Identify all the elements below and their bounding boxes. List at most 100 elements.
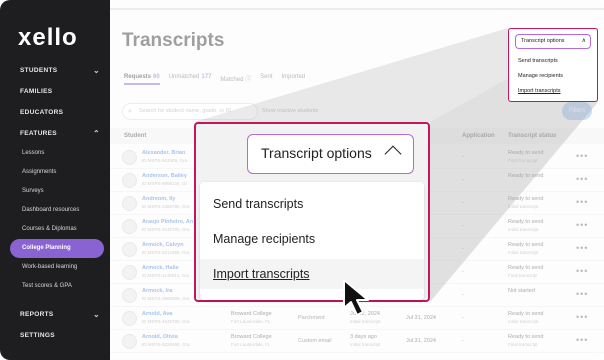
student-name-link[interactable]: Armock, Halie xyxy=(142,265,179,271)
tab-unmatched[interactable]: Unmatched 177 xyxy=(169,74,212,85)
application-value: - xyxy=(462,246,464,252)
more-options-icon[interactable]: ••• xyxy=(576,335,588,345)
menu-item-import-transcripts[interactable]: Import transcripts xyxy=(200,259,424,289)
student-name-link[interactable]: Arnold, Ava xyxy=(142,311,172,317)
tab-bar: Requests 60 Unmatched 177 Matched ⓘ Sent I… xyxy=(124,74,305,85)
sidebar-item-courses-diplomas[interactable]: Courses & Diplomas xyxy=(0,220,110,239)
filters-button[interactable]: Filters xyxy=(562,102,592,120)
sidebar-item-label: REPORTS xyxy=(20,311,54,318)
avatar xyxy=(122,150,137,165)
transcript-status-type: Initial transcript xyxy=(508,204,539,209)
transcript-options-button-mini[interactable]: Transcript options ∧ xyxy=(515,34,591,49)
student-name-link[interactable]: Araujo Pinheiro, An xyxy=(142,219,193,225)
menu-item-manage-recipients[interactable]: Manage recipients xyxy=(213,232,315,246)
tab-label: Imported xyxy=(281,74,306,80)
sidebar-item-educators[interactable]: EDUCATORS xyxy=(0,102,110,123)
column-header-student[interactable]: Student xyxy=(124,133,146,139)
sidebar-item-test-scores-gpa[interactable]: Test scores & GPA xyxy=(0,277,110,296)
student-name-link[interactable]: Anderson, Bailey xyxy=(142,173,187,179)
column-header-transcript-status[interactable]: Transcript status xyxy=(508,133,556,139)
transcript-status-type: Final transcript xyxy=(508,342,538,347)
more-options-icon[interactable]: ••• xyxy=(576,243,588,253)
tab-label: Unmatched xyxy=(168,74,200,80)
avatar xyxy=(122,265,137,280)
application-value: - xyxy=(462,177,464,183)
sidebar-item-students[interactable]: STUDENTS ⌄ xyxy=(0,60,110,81)
search-input[interactable]: ⌕ Search for student name, grade, or ID xyxy=(122,103,258,120)
requested-date: 3 days ago xyxy=(350,334,377,340)
mouse-pointer-icon xyxy=(343,279,369,316)
transcript-status: Ready to send xyxy=(508,311,544,317)
school-name: Broward College xyxy=(231,334,272,340)
more-options-icon[interactable]: ••• xyxy=(576,220,588,230)
student-name-link[interactable]: Andreom, Ily xyxy=(142,196,175,202)
xello-logo[interactable]: xello xyxy=(18,24,78,52)
header-divider xyxy=(110,8,604,10)
menu-item-manage-recipients-mini[interactable]: Manage recipients xyxy=(518,73,563,79)
transcript-status: Ready to send xyxy=(508,219,544,225)
transcript-status-type: Final transcript xyxy=(508,158,538,163)
application-value: - xyxy=(462,154,464,160)
button-label: Transcript options xyxy=(261,145,372,161)
sidebar-item-reports[interactable]: REPORTS ⌄ xyxy=(0,304,110,325)
show-inactive-toggle[interactable]: Show inactive students xyxy=(262,108,318,114)
more-options-icon[interactable]: ••• xyxy=(576,289,588,299)
sidebar-item-families[interactable]: FAMILIES xyxy=(0,81,110,102)
chevron-up-icon xyxy=(384,145,402,163)
student-name-link[interactable]: Alexander, Brian xyxy=(142,150,185,156)
transcript-options-button[interactable]: Transcript options xyxy=(247,134,414,174)
student-id: ID MSPS-4545789, Gra xyxy=(142,319,190,324)
tab-sent[interactable]: Sent xyxy=(260,74,272,85)
more-options-icon[interactable]: ••• xyxy=(576,197,588,207)
application-value: - xyxy=(462,338,464,344)
sidebar-item-surveys[interactable]: Surveys xyxy=(0,182,110,201)
tab-requests[interactable]: Requests 60 xyxy=(124,74,160,85)
more-options-icon[interactable]: ••• xyxy=(576,174,588,184)
chevron-up-icon: ∧ xyxy=(581,38,586,44)
table-row[interactable]: Arnold, Olivia ID MSPS-5228958, Gra Browar… xyxy=(110,330,604,353)
transcript-options-zoom: Transcript options Send transcripts Mana… xyxy=(194,122,430,302)
student-id: ID MSPS-3245785, Gra xyxy=(142,227,190,232)
sidebar-item-assignments[interactable]: Assignments xyxy=(0,163,110,182)
avatar xyxy=(122,173,137,188)
sidebar-item-dashboard-resources[interactable]: Dashboard resources xyxy=(0,201,110,220)
column-header-application[interactable]: Application xyxy=(462,133,495,139)
student-name-link[interactable]: Armock, Calvyn xyxy=(142,242,184,248)
sidebar-item-settings[interactable]: SETTINGS xyxy=(0,325,110,346)
menu-item-send-transcripts[interactable]: Send transcripts xyxy=(213,197,303,211)
more-options-icon[interactable]: ••• xyxy=(576,312,588,322)
student-id: ID MSPS-563389, Gra xyxy=(142,158,188,163)
school-location: Fort Lauderdale, FL xyxy=(231,342,271,347)
transcript-status: Ready to send xyxy=(508,242,544,248)
transcript-status: Ready to send xyxy=(508,196,544,202)
avatar xyxy=(122,196,137,211)
tab-matched[interactable]: Matched ⓘ xyxy=(220,74,251,85)
student-id: ID MSPS-5214356, Gra xyxy=(142,250,190,255)
student-id: ID MSPS-5228958, Gra xyxy=(142,342,190,347)
button-label: Transcript options xyxy=(521,38,565,44)
delivery-method: Custom email xyxy=(298,338,332,344)
student-id: ID MSPS-1148913, Gra xyxy=(142,273,190,278)
sidebar-item-lessons[interactable]: Lessons xyxy=(0,144,110,163)
page-title: Transcripts xyxy=(122,30,225,51)
student-name-link[interactable]: Armock, Ira xyxy=(142,288,172,294)
student-name-link[interactable]: Arnold, Olivia xyxy=(142,334,178,340)
more-options-icon[interactable]: ••• xyxy=(576,151,588,161)
sidebar-item-features[interactable]: FEATURES ⌃ xyxy=(0,123,110,144)
transcript-status-type: Initial transcript xyxy=(508,227,539,232)
requested-type: Initial transcript xyxy=(350,342,381,347)
sidebar-item-work-based-learning[interactable]: Work-based learning xyxy=(0,258,110,277)
sent-date: Jul 31, 2024 xyxy=(406,315,436,321)
tab-imported[interactable]: Imported xyxy=(281,74,305,85)
transcript-status: Ready to send xyxy=(508,173,544,179)
sidebar-item-label: FAMILIES xyxy=(20,88,53,95)
avatar xyxy=(122,311,137,326)
sidebar-item-label: FEATURES xyxy=(20,130,57,137)
tab-label: Matched xyxy=(220,77,244,83)
more-options-icon[interactable]: ••• xyxy=(576,266,588,276)
menu-item-import-transcripts-mini[interactable]: Import transcripts xyxy=(518,88,560,94)
sidebar-item-college-planning[interactable]: College Planning xyxy=(10,239,104,258)
chevron-down-icon: ⌄ xyxy=(92,66,100,75)
student-id: ID MSPS-8996234, Gr xyxy=(142,181,188,186)
menu-item-send-transcripts-mini[interactable]: Send transcripts xyxy=(518,58,558,64)
